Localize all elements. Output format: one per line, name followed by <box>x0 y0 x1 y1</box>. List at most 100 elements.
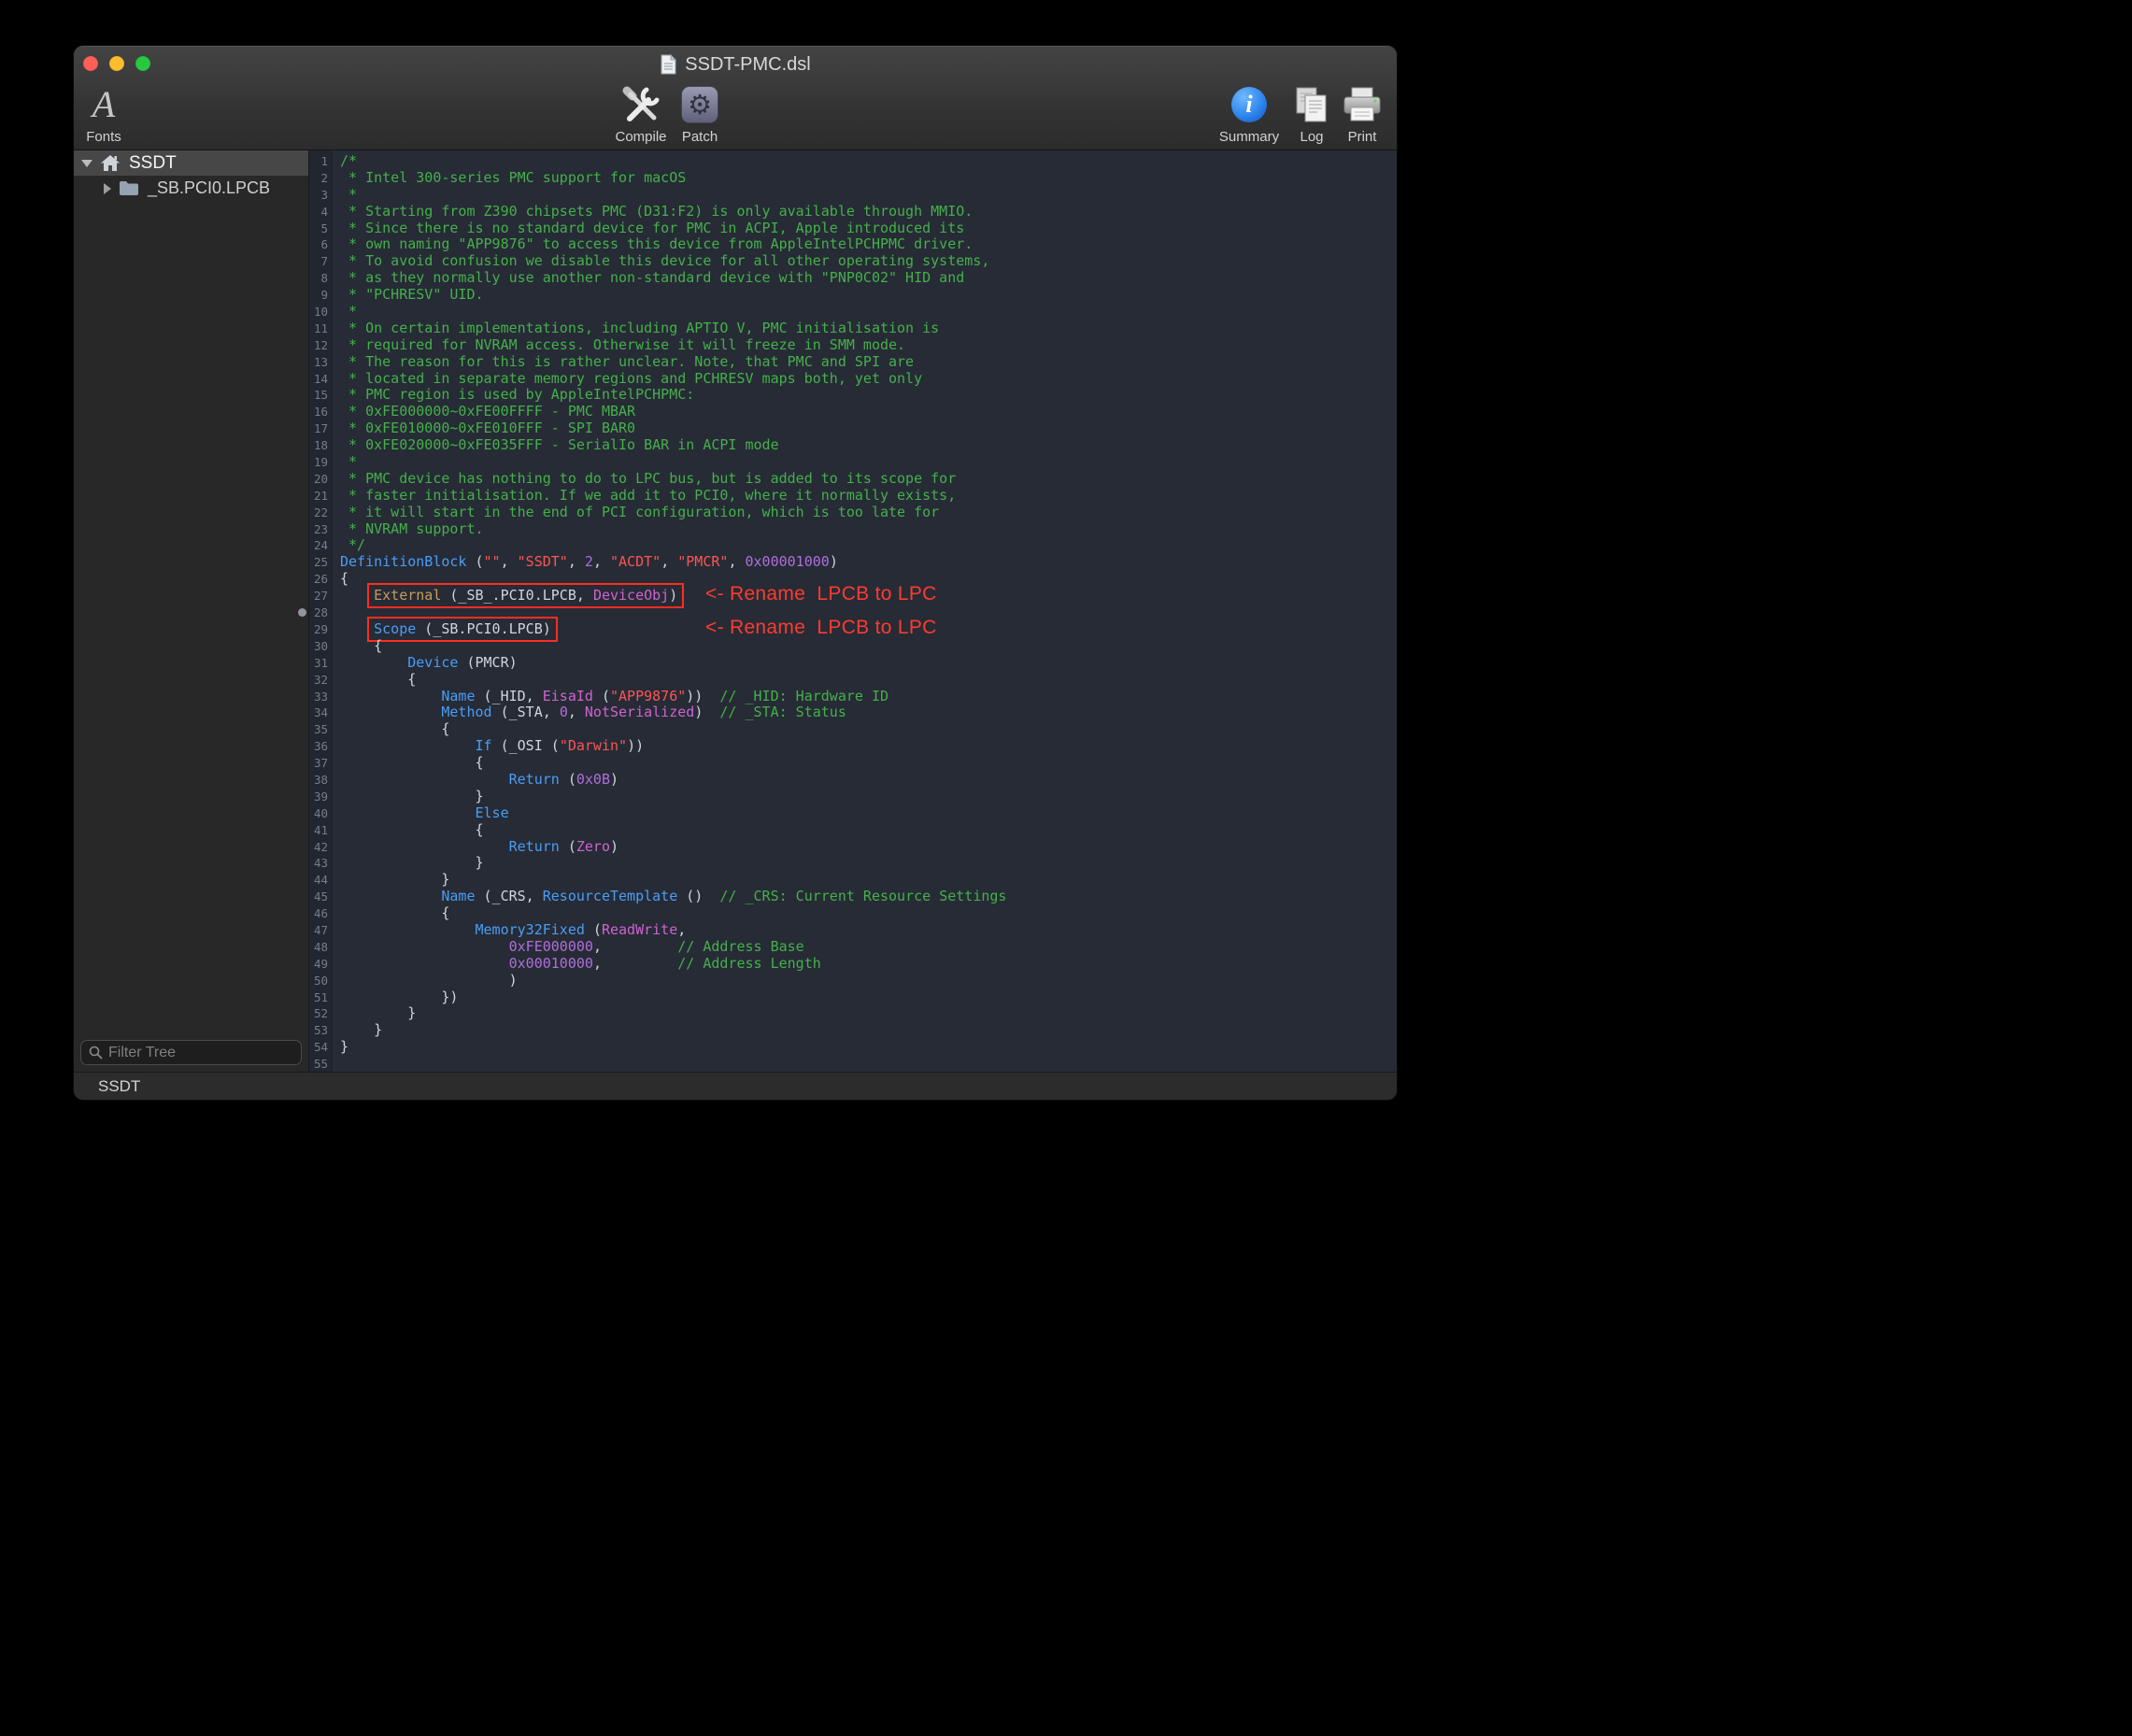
code-line-51[interactable]: 51 }) <box>309 989 1397 1006</box>
code-line-11[interactable]: 11 * On certain implementations, includi… <box>309 320 1397 337</box>
code-text: * Intel 300-series PMC support for macOS <box>340 169 686 186</box>
code-line-41[interactable]: 41 { <box>309 822 1397 839</box>
summary-info-icon: i <box>1231 85 1267 124</box>
code-line-10[interactable]: 10 * <box>309 304 1397 320</box>
code-line-13[interactable]: 13 * The reason for this is rather uncle… <box>309 354 1397 371</box>
code-token <box>340 771 509 788</box>
code-line-42[interactable]: 42 Return (Zero) <box>309 839 1397 856</box>
code-line-7[interactable]: 7 * To avoid confusion we disable this d… <box>309 253 1397 270</box>
line-number: 2 <box>309 170 328 187</box>
sidebar-item-ssdt[interactable]: SSDT <box>74 150 308 176</box>
code-text: * Starting from Z390 chipsets PMC (D31:F… <box>340 203 973 220</box>
code-text: * On certain implementations, including … <box>340 320 939 336</box>
code-line-21[interactable]: 21 * faster initialisation. If we add it… <box>309 488 1397 505</box>
code-text: Memory32Fixed (ReadWrite, <box>340 921 686 938</box>
code-line-37[interactable]: 37 { <box>309 755 1397 772</box>
code-line-47[interactable]: 47 Memory32Fixed (ReadWrite, <box>309 922 1397 939</box>
code-line-54[interactable]: 54} <box>309 1039 1397 1056</box>
code-line-4[interactable]: 4 * Starting from Z390 chipsets PMC (D31… <box>309 204 1397 221</box>
code-token: Scope <box>374 620 416 637</box>
line-number: 33 <box>309 689 328 705</box>
toolbar-button-fonts[interactable]: A Fonts <box>76 85 132 145</box>
code-line-39[interactable]: 39 } <box>309 789 1397 805</box>
disclosure-triangle-icon[interactable] <box>81 160 92 167</box>
log-icon <box>1292 85 1331 124</box>
code-line-25[interactable]: 25DefinitionBlock ("", "SSDT", 2, "ACDT"… <box>309 554 1397 571</box>
code-line-34[interactable]: 34 Method (_STA, 0, NotSerialized) // _S… <box>309 704 1397 721</box>
code-line-3[interactable]: 3 * <box>309 187 1397 204</box>
code-line-49[interactable]: 49 0x00010000, // Address Length <box>309 956 1397 973</box>
code-token: If <box>476 737 492 754</box>
filter-tree-input[interactable] <box>108 1045 302 1061</box>
code-line-33[interactable]: 33 Name (_HID, EisaId ("APP9876")) // _H… <box>309 689 1397 705</box>
code-line-55[interactable]: 55 <box>309 1056 1397 1073</box>
code-line-27[interactable]: 27 External (_SB_.PCI0.LPCB, DeviceObj)<… <box>309 588 1397 605</box>
code-line-12[interactable]: 12 * required for NVRAM access. Otherwis… <box>309 337 1397 354</box>
code-text: Return (0x0B) <box>340 771 618 788</box>
code-token: } <box>340 1038 348 1055</box>
code-token: 0 <box>560 704 568 720</box>
line-number: 38 <box>309 772 328 789</box>
code-line-14[interactable]: 14 * located in separate memory regions … <box>309 371 1397 388</box>
code-line-16[interactable]: 16 * 0xFE000000~0xFE00FFFF - PMC MBAR <box>309 404 1397 420</box>
code-line-38[interactable]: 38 Return (0x0B) <box>309 772 1397 789</box>
code-token: * To avoid confusion we disable this dev… <box>340 252 989 269</box>
code-line-31[interactable]: 31 Device (PMCR) <box>309 655 1397 672</box>
code-line-22[interactable]: 22 * it will start in the end of PCI con… <box>309 505 1397 521</box>
line-number: 3 <box>309 187 328 204</box>
code-token: * own naming "APP9876" to access this de… <box>340 235 973 252</box>
code-line-30[interactable]: 30 { <box>309 638 1397 655</box>
line-number: 9 <box>309 287 328 304</box>
code-line-36[interactable]: 36 If (_OSI ("Darwin")) <box>309 738 1397 755</box>
toolbar-button-print[interactable]: Print <box>1329 85 1396 145</box>
code-text: Scope (_SB.PCI0.LPCB) <box>340 620 551 637</box>
code-text: { <box>340 821 484 838</box>
code-line-9[interactable]: 9 * "PCHRESV" UID. <box>309 287 1397 304</box>
code-line-32[interactable]: 32 { <box>309 672 1397 689</box>
code-line-6[interactable]: 6 * own naming "APP9876" to access this … <box>309 236 1397 253</box>
line-number: 39 <box>309 789 328 805</box>
code-line-24[interactable]: 24 */ <box>309 537 1397 554</box>
code-line-19[interactable]: 19 * <box>309 454 1397 471</box>
code-line-23[interactable]: 23 * NVRAM support. <box>309 521 1397 538</box>
code-line-1[interactable]: 1/* <box>309 153 1397 170</box>
code-token: * "PCHRESV" UID. <box>340 286 484 303</box>
code-token <box>340 955 509 972</box>
code-line-35[interactable]: 35 { <box>309 721 1397 738</box>
code-token: */ <box>340 536 365 553</box>
code-line-2[interactable]: 2 * Intel 300-series PMC support for mac… <box>309 170 1397 187</box>
toolbar-button-patch[interactable]: ⚙ Patch <box>660 85 740 145</box>
log-label: Log <box>1300 129 1323 145</box>
code-line-50[interactable]: 50 ) <box>309 973 1397 989</box>
code-line-17[interactable]: 17 * 0xFE010000~0xFE010FFF - SPI BAR0 <box>309 420 1397 437</box>
code-token: } <box>340 788 484 804</box>
code-line-48[interactable]: 48 0xFE000000, // Address Base <box>309 939 1397 956</box>
window-title: SSDT-PMC.dsl <box>74 46 1397 83</box>
code-token: ( <box>466 553 483 570</box>
code-line-53[interactable]: 53 } <box>309 1022 1397 1039</box>
line-number: 32 <box>309 672 328 689</box>
code-editor[interactable]: 1/*2 * Intel 300-series PMC support for … <box>309 150 1397 1072</box>
fonts-icon: A <box>92 85 115 124</box>
code-line-44[interactable]: 44 } <box>309 872 1397 889</box>
code-line-46[interactable]: 46 { <box>309 905 1397 922</box>
code-line-15[interactable]: 15 * PMC region is used by AppleIntelPCH… <box>309 387 1397 404</box>
patch-label: Patch <box>682 129 718 145</box>
code-text: * as they normally use another non-stand… <box>340 269 964 286</box>
code-line-5[interactable]: 5 * Since there is no standard device fo… <box>309 221 1397 237</box>
line-number: 15 <box>309 387 328 404</box>
code-line-43[interactable]: 43 } <box>309 855 1397 872</box>
code-line-8[interactable]: 8 * as they normally use another non-sta… <box>309 270 1397 287</box>
print-label: Print <box>1348 129 1377 145</box>
code-line-45[interactable]: 45 Name (_CRS, ResourceTemplate () // _C… <box>309 889 1397 905</box>
code-line-18[interactable]: 18 * 0xFE020000~0xFE035FFF - SerialIo BA… <box>309 437 1397 454</box>
code-line-52[interactable]: 52 } <box>309 1005 1397 1022</box>
code-line-40[interactable]: 40 Else <box>309 805 1397 822</box>
code-text: If (_OSI ("Darwin")) <box>340 737 644 754</box>
code-line-20[interactable]: 20 * PMC device has nothing to do to LPC… <box>309 471 1397 488</box>
filter-tree-field[interactable] <box>80 1040 302 1065</box>
disclosure-triangle-icon[interactable] <box>104 183 111 194</box>
line-number: 42 <box>309 839 328 856</box>
sidebar-item--sb-pci0-lpcb[interactable]: _SB.PCI0.LPCB <box>74 176 308 201</box>
code-line-29[interactable]: 29 Scope (_SB.PCI0.LPCB)<- Rename LPCB t… <box>309 621 1397 638</box>
